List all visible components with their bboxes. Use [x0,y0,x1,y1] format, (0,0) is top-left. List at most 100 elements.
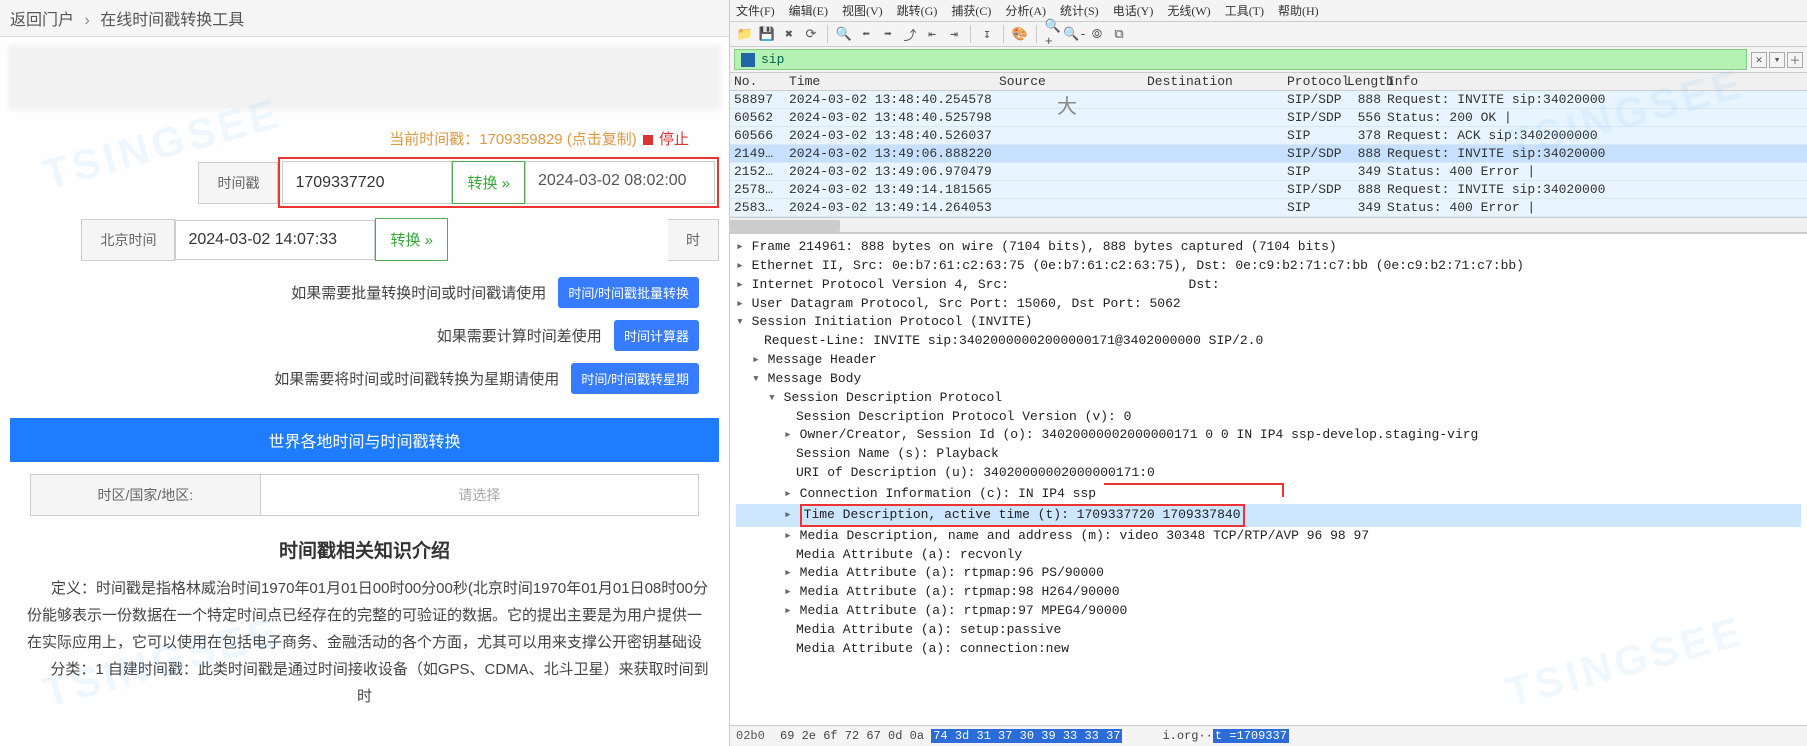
zoom-reset-icon[interactable]: ⦾ [1088,25,1106,43]
datetime-output: 2024-03-02 08:02:00 [525,161,715,204]
intro-title: 时间戳相关知识介绍 [20,536,709,563]
autoscroll-icon[interactable]: ↧ [978,25,996,43]
col-pro[interactable]: Protocol [1287,74,1347,89]
menu-wireless[interactable]: 无线(W) [1167,2,1210,19]
open-icon[interactable]: 📁 [736,25,754,43]
convert-button-2[interactable]: 转换 » [375,218,448,261]
help-text-2: 如果需要计算时间差使用 [437,328,602,345]
sdp-c[interactable]: Connection Information (c): IN IP4 ssp [736,483,1801,504]
attr-rtpmap98[interactable]: Media Attribute (a): rtpmap:98 H264/9000… [736,583,1801,602]
clear-filter-icon[interactable]: ✕ [1751,52,1767,68]
packet-row[interactable]: 2583…2024-03-02 13:49:14.264053SIP349Sta… [730,199,1807,217]
sdp-s[interactable]: Session Name (s): Playback [736,445,1801,464]
menu-analyze[interactable]: 分析(A) [1005,2,1046,19]
stop-icon[interactable] [643,135,653,145]
packet-row[interactable]: 605662024-03-02 13:48:40.526037SIP378Req… [730,127,1807,145]
back-icon[interactable]: ⬅ [857,25,875,43]
col-no[interactable]: No. [734,74,789,89]
resize-cols-icon[interactable]: ⧉ [1110,25,1128,43]
sdp-line[interactable]: Session Description Protocol [736,389,1801,408]
datetime-input[interactable] [175,220,375,260]
batch-convert-button[interactable]: 时间/时间戳批量转换 [558,277,699,308]
zoom-out-icon[interactable]: 🔍- [1066,25,1084,43]
time-calculator-button[interactable]: 时间计算器 [614,320,699,351]
save-icon[interactable]: 💾 [758,25,776,43]
sdp-t[interactable]: Time Description, active time (t): 17093… [736,504,1801,527]
display-filter-input[interactable]: sip [734,49,1747,70]
attr-connection[interactable]: Media Attribute (a): connection:new [736,640,1801,659]
timezone-select[interactable]: 请选择 [261,474,699,516]
packet-row[interactable]: 2149…2024-03-02 13:49:06.888220SIP/SDP88… [730,145,1807,163]
col-src[interactable]: Source [999,74,1147,89]
convert-button-1[interactable]: 转换 » [452,161,525,204]
col-len[interactable]: Length [1347,74,1387,89]
request-line[interactable]: Request-Line: INVITE sip:340200000020000… [736,332,1801,351]
packet-row[interactable]: 2152…2024-03-02 13:49:06.970479SIP349Sta… [730,163,1807,181]
menu-tools[interactable]: 工具(T) [1225,2,1264,19]
help-text-3: 如果需要将时间或时间戳转换为星期请使用 [274,371,559,388]
sip-line[interactable]: Session Initiation Protocol (INVITE) [736,313,1801,332]
hex-addr: 02b0 [736,729,780,743]
bookmark-icon[interactable] [741,53,755,67]
menubar[interactable]: 文件(F) 编辑(E) 视图(V) 跳转(G) 捕获(C) 分析(A) 统计(S… [730,0,1807,22]
menu-stats[interactable]: 统计(S) [1060,2,1099,19]
menu-go[interactable]: 跳转(G) [897,2,938,19]
packet-details[interactable]: Frame 214961: 888 bytes on wire (7104 bi… [730,233,1807,725]
filter-bar: sip ✕ ▾ ＋ [730,47,1807,73]
sdp-v[interactable]: Session Description Protocol Version (v)… [736,408,1801,427]
find-icon[interactable]: 🔍 [835,25,853,43]
colorize-icon[interactable]: 🎨 [1011,25,1029,43]
weekday-convert-button[interactable]: 时间/时间戳转星期 [571,363,699,394]
filter-text: sip [761,52,784,67]
packet-list[interactable]: 588972024-03-02 13:48:40.254578SIP/SDP88… [730,91,1807,217]
goto-last-icon[interactable]: ⇥ [945,25,963,43]
intro-para-4: 分类：1 自建时间戳：此类时间戳是通过时间接收设备（如GPS、CDMA、北斗卫星… [20,656,709,710]
goto-first-icon[interactable]: ⇤ [923,25,941,43]
menu-help[interactable]: 帮助(H) [1278,2,1319,19]
sdp-m[interactable]: Media Description, name and address (m):… [736,527,1801,546]
close-icon[interactable]: ✖ [780,25,798,43]
menu-edit[interactable]: 编辑(E) [789,2,828,19]
apply-filter-icon[interactable]: ▾ [1769,52,1785,68]
ip-line[interactable]: Internet Protocol Version 4, Src: Dst: [736,276,1801,295]
intro-section: 时间戳相关知识介绍 定义：时间戳是指格林威治时间1970年01月01日00时00… [0,516,729,710]
eth-line[interactable]: Ethernet II, Src: 0e:b7:61:c2:63:75 (0e:… [736,257,1801,276]
timestamp-input[interactable] [282,161,452,204]
attr-rtpmap96[interactable]: Media Attribute (a): rtpmap:96 PS/90000 [736,564,1801,583]
msg-header-line[interactable]: Message Header [736,351,1801,370]
attr-setup[interactable]: Media Attribute (a): setup:passive [736,621,1801,640]
menu-file[interactable]: 文件(F) [736,2,775,19]
menu-capture[interactable]: 捕获(C) [951,2,991,19]
h-scrollbar[interactable] [730,217,1807,233]
fwd-icon[interactable]: ➡ [879,25,897,43]
breadcrumb: 返回门户 › 在线时间戳转换工具 [0,0,729,37]
sdp-o[interactable]: Owner/Creator, Session Id (o): 340200000… [736,426,1801,445]
jump-icon[interactable]: ⤴ [901,25,919,43]
hex-view[interactable]: 02b0 69 2e 6f 72 67 0d 0a 74 3d 31 37 30… [730,725,1807,746]
stop-button[interactable]: 停止 [659,131,689,148]
frame-line[interactable]: Frame 214961: 888 bytes on wire (7104 bi… [736,238,1801,257]
attr-recvonly[interactable]: Media Attribute (a): recvonly [736,546,1801,565]
zoom-in-icon[interactable]: 🔍+ [1044,25,1062,43]
udp-line[interactable]: User Datagram Protocol, Src Port: 15060,… [736,295,1801,314]
breadcrumb-back[interactable]: 返回门户 [10,12,74,29]
current-timestamp[interactable]: 当前时间戳：1709359829 (点击复制) 停止 [0,128,729,149]
msg-body-line[interactable]: Message Body [736,370,1801,389]
hex-ascii: i.org··t =1709337 [1162,729,1288,743]
packet-row[interactable]: 605622024-03-02 13:48:40.525798SIP/SDP55… [730,109,1807,127]
attr-rtpmap97[interactable]: Media Attribute (a): rtpmap:97 MPEG4/900… [736,602,1801,621]
menu-view[interactable]: 视图(V) [842,2,883,19]
add-filter-icon[interactable]: ＋ [1787,52,1803,68]
packet-row[interactable]: 2578…2024-03-02 13:49:14.181565SIP/SDP88… [730,181,1807,199]
col-info[interactable]: Info [1387,74,1803,89]
menu-tele[interactable]: 电话(Y) [1113,2,1154,19]
chevron-right-icon: › [84,12,89,29]
breadcrumb-title: 在线时间戳转换工具 [100,12,244,29]
col-dst[interactable]: Destination [1147,74,1287,89]
sdp-u[interactable]: URI of Description (u): 3402000000200000… [736,464,1801,483]
reload-icon[interactable]: ⟳ [802,25,820,43]
packet-row[interactable]: 588972024-03-02 13:48:40.254578SIP/SDP88… [730,91,1807,109]
hour-label: 时 [668,219,719,261]
current-ts-value[interactable]: 1709359829 [479,131,562,148]
col-time[interactable]: Time [789,74,999,89]
